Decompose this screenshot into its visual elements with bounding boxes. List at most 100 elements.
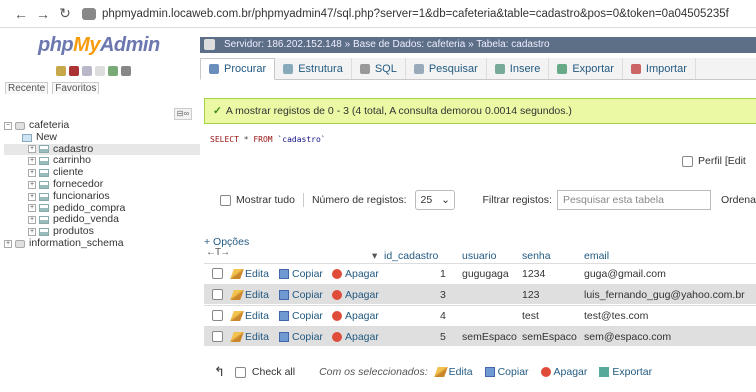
expand-icon[interactable]: + — [28, 157, 36, 166]
row-checkbox[interactable] — [212, 331, 223, 342]
reload-nav-icon[interactable] — [121, 66, 131, 76]
address-bar[interactable]: phpmyadmin.locaweb.com.br/phpmyadmin47/s… — [102, 8, 729, 20]
filter-rows-label: Filtrar registos: — [482, 194, 552, 206]
tab-estrutura[interactable]: Estrutura — [275, 58, 352, 79]
collapse-all-icon[interactable]: ⊟∞ — [174, 108, 192, 120]
database-icon — [15, 121, 25, 130]
phpmyadmin-logo[interactable]: phpMyAdmin — [38, 34, 160, 57]
table-icon — [39, 145, 49, 154]
docs-icon[interactable] — [95, 66, 105, 76]
home-icon[interactable] — [56, 66, 66, 76]
col-id-cadastro[interactable]: id_cadastro — [384, 250, 438, 262]
tree-db-cafeteria[interactable]: − cafeteria — [4, 119, 200, 132]
logout-icon[interactable] — [69, 66, 79, 76]
tree-table-pedido-venda[interactable]: + pedido_venda — [4, 214, 200, 226]
expand-icon[interactable]: + — [28, 145, 36, 154]
cell-senha[interactable]: semEspaco — [522, 331, 577, 343]
copy-link[interactable]: Copiar — [279, 289, 323, 301]
edit-link[interactable]: Edita — [230, 268, 269, 280]
copy-link[interactable]: Copiar — [279, 268, 323, 280]
settings-icon[interactable] — [108, 66, 118, 76]
expand-icon[interactable]: + — [28, 180, 36, 189]
row-checkbox[interactable] — [212, 268, 223, 279]
col-email[interactable]: email — [584, 250, 609, 262]
expand-icon[interactable]: + — [28, 204, 36, 213]
edit-link[interactable]: Edita — [230, 310, 269, 322]
bulk-copy-button[interactable]: Copiar — [484, 366, 529, 378]
tree-db-information-schema[interactable]: + information_schema — [4, 237, 200, 250]
import-icon — [630, 63, 641, 74]
cell-senha[interactable]: 1234 — [522, 268, 545, 280]
breadcrumb-table[interactable]: Tabela: cadastro — [476, 39, 549, 50]
reload-icon[interactable]: ↻ — [54, 5, 76, 22]
tab-favorites[interactable]: Favoritos — [52, 82, 100, 94]
cell-senha[interactable]: 123 — [522, 289, 540, 301]
tab-procurar[interactable]: Procurar — [200, 58, 276, 80]
delete-link[interactable]: Apagar — [332, 331, 379, 343]
tree-table-carrinho[interactable]: + carrinho — [4, 155, 200, 167]
back-icon[interactable]: ← — [10, 6, 32, 22]
tree-table-cadastro[interactable]: + cadastro — [4, 143, 200, 156]
cell-email[interactable]: guga@gmail.com — [584, 268, 666, 280]
site-info-icon[interactable] — [82, 7, 96, 20]
delete-link[interactable]: Apagar — [332, 289, 379, 301]
chevron-down-icon: ⌄ — [441, 194, 450, 206]
cell-usuario[interactable]: gugugaga — [462, 268, 509, 280]
tree-table-funcionarios[interactable]: + funcionarios — [4, 190, 200, 203]
copy-icon — [484, 367, 495, 377]
bulk-delete-button[interactable]: Apagar — [540, 366, 587, 378]
profiling-checkbox[interactable] — [682, 155, 693, 167]
check-all-label[interactable]: Check all — [252, 366, 295, 378]
edit-link[interactable]: Edita — [230, 331, 269, 343]
check-all-checkbox[interactable] — [234, 366, 246, 378]
tab-recent[interactable]: Recente — [5, 82, 49, 94]
bulk-edit-button[interactable]: Edita — [433, 366, 473, 378]
cell-email[interactable]: sem@espaco.com — [584, 331, 671, 343]
col-usuario[interactable]: usuario — [462, 250, 496, 262]
expand-icon[interactable]: + — [28, 228, 36, 237]
row-checkbox[interactable] — [212, 310, 223, 321]
tab-insere[interactable]: Insere — [487, 58, 550, 79]
num-rows-select[interactable]: 25 ⌄ — [414, 190, 455, 210]
forward-icon[interactable]: → — [32, 6, 54, 22]
filter-rows-input[interactable]: Pesquisar esta tabela — [556, 190, 711, 210]
expand-icon[interactable]: + — [28, 192, 36, 201]
delete-link[interactable]: Apagar — [332, 268, 379, 280]
expand-icon[interactable]: + — [4, 239, 12, 248]
show-all-checkbox[interactable] — [220, 194, 231, 206]
toggle-icon[interactable] — [204, 39, 215, 50]
tab-pesquisar[interactable]: Pesquisar — [406, 58, 487, 79]
query-window-icon[interactable] — [82, 66, 92, 76]
collapse-icon[interactable]: − — [4, 121, 12, 130]
cell-id: 5 — [440, 331, 446, 343]
delete-link[interactable]: Apagar — [332, 310, 379, 322]
tab-importar[interactable]: Importar — [623, 58, 696, 79]
table-icon — [39, 192, 49, 201]
copy-link[interactable]: Copiar — [279, 310, 323, 322]
cell-usuario[interactable]: semEspaco — [462, 331, 517, 343]
sort-chevron-icon[interactable]: ▾ — [372, 250, 377, 262]
edit-icon — [230, 269, 244, 279]
tab-sql[interactable]: SQL — [352, 58, 406, 79]
row-checkbox[interactable] — [212, 289, 223, 300]
breadcrumb-database[interactable]: Base de Dados: cafeteria — [353, 39, 465, 50]
tree-new-table[interactable]: New — [4, 131, 200, 144]
bulk-export-button[interactable]: Exportar — [599, 366, 652, 378]
edit-link[interactable]: Edita — [230, 289, 269, 301]
check-icon: ✓ — [213, 105, 222, 117]
expand-icon[interactable]: + — [28, 169, 36, 178]
expand-icon[interactable]: + — [28, 216, 36, 225]
cell-senha[interactable]: test — [522, 310, 539, 322]
profiling-option[interactable]: Perfil [Edit — [682, 155, 746, 167]
show-all-label[interactable]: Mostrar tudo — [236, 194, 295, 206]
delete-icon — [332, 290, 342, 300]
cell-email[interactable]: test@tes.com — [584, 310, 648, 322]
tab-exportar[interactable]: Exportar — [549, 58, 623, 79]
copy-link[interactable]: Copiar — [279, 331, 323, 343]
cell-email[interactable]: luis_fernando_gug@yahoo.com.br — [584, 289, 745, 301]
breadcrumb-server[interactable]: Servidor: 186.202.152.148 — [224, 39, 342, 50]
tree-table-fornecedor[interactable]: + fornecedor — [4, 178, 200, 191]
col-senha[interactable]: senha — [522, 250, 551, 262]
quick-links — [56, 66, 131, 76]
sql-query[interactable]: SELECT * FROM `cadastro` — [210, 135, 326, 144]
